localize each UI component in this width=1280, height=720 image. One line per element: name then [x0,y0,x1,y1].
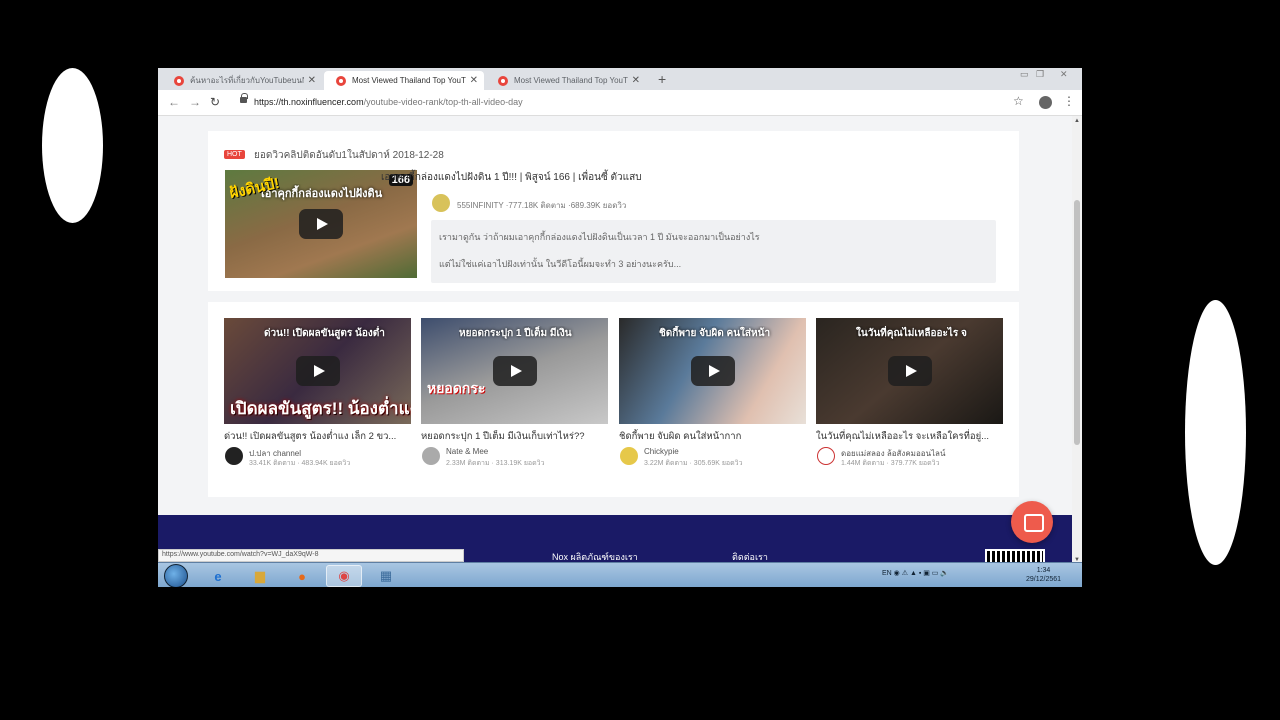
video-card[interactable]: ในวันที่คุณไม่เหลืออะไร จ ในวันที่คุณไม่… [816,318,1003,469]
nox-favicon-icon [336,75,346,86]
address-bar[interactable]: https://th.noxinfluencer.com/youtube-vid… [254,97,523,107]
channel-avatar[interactable] [225,447,243,465]
hot-video-description: เรามาดูกัน ว่าถ้าผมเอาคุกกี้กล่องแดงไปฝั… [431,220,996,283]
tab-noxinfluencer-search[interactable]: ค้นหาอะไรที่เกี่ยวกับYouTubeบนNo ✕ [162,71,322,90]
video-thumbnail[interactable]: ชิดกี้พาย จับผิด คนใส่หน้า [619,318,806,424]
video-thumbnail[interactable]: ในวันที่คุณไม่เหลืออะไร จ [816,318,1003,424]
scroll-up-icon[interactable]: ▲ [1074,118,1080,124]
start-button[interactable] [164,564,188,587]
video-channel[interactable]: ป.ปลา channel 33.41K ติดตาม · 483.94K ยอ… [224,447,411,469]
tab-title: ค้นหาอะไรที่เกี่ยวกับYouTubeบนNo [190,76,304,85]
back-icon[interactable]: ← [168,95,180,109]
screen: ค้นหาอะไรที่เกี่ยวกับYouTubeบนNo ✕ Most … [158,68,1082,587]
nox-favicon-icon [498,75,508,86]
clock-time: 1:34 [1036,567,1051,574]
thumbnail-caption: ชิดกี้พาย จับผิด คนใส่หน้า [659,328,771,339]
channel-stats: 33.41K ติดตาม · 483.94K ยอดวิว [249,460,351,467]
video-grid: ด่วน!! เปิดผลขันสูตร น้องต่ำ เปิดผลขันสู… [208,302,1019,497]
url-path: /youtube-video-rank/top-th-all-video-day [363,97,523,107]
video-card[interactable]: ชิดกี้พาย จับผิด คนใส่หน้า ชิดกี้พาย จับ… [619,318,806,469]
close-tab-icon[interactable]: ✕ [632,75,640,86]
channel-avatar[interactable] [432,194,450,212]
video-card[interactable]: หยอดกระปุก 1 ปีเต็ม มีเงิน หยอดกระ หยอดก… [421,318,608,469]
channel-stats: 2.33M ติดตาม · 313.19K ยอดวิว [446,460,545,467]
reload-icon[interactable]: ↻ [210,95,220,109]
hot-badge: HOT [224,150,245,159]
windows-taskbar: e ▆ ● ◉ ▦ EN ◉ ⚠ ▲ ▪ ▣ ▭ 🔈 1:34 29/12/25… [158,562,1082,587]
channel-name[interactable]: Chickypie [644,447,679,456]
system-tray[interactable]: EN ◉ ⚠ ▲ ▪ ▣ ▭ 🔈 [882,569,949,577]
profile-avatar[interactable] [1039,96,1052,109]
hot-channel-info[interactable]: 555INFINITY ·777.18K ติดตาม ·689.39K ยอด… [457,199,626,212]
bookmark-star-icon[interactable]: ☆ [1013,94,1024,108]
clock-date: 29/12/2561 [1026,576,1062,584]
thumbnail-caption: ในวันที่คุณไม่เหลืออะไร จ [856,328,967,339]
thumbnail-big-text: เปิดผลขันสูตร!! น้องต่ำแง [230,399,411,418]
tab-most-viewed-active[interactable]: Most Viewed Thailand Top YouT ✕ [324,71,484,90]
play-icon[interactable] [295,356,340,386]
video-title[interactable]: ในวันที่คุณไม่เหลืออะไร จะเหลือใครที่อยู… [816,429,1003,444]
calculator-icon[interactable]: ▦ [368,565,404,587]
video-thumbnail[interactable]: ด่วน!! เปิดผลขันสูตร น้องต่ำ เปิดผลขันสู… [224,318,411,424]
language-indicator[interactable]: EN [882,570,892,577]
firefox-icon[interactable]: ● [284,565,320,587]
channel-stats: 1.44M ติดตาม · 379.77K ยอดวิว [841,460,940,467]
forward-icon[interactable]: → [189,95,201,109]
menu-dots-icon[interactable]: ⋮ [1063,94,1075,108]
url-host: https://th.noxinfluencer.com [254,97,364,107]
decorative-oval-right [1185,300,1246,565]
thumbnail-caption: หยอดกระปุก 1 ปีเต็ม มีเงิน [459,328,572,339]
decorative-oval-left [42,68,103,223]
taskbar-clock[interactable]: 1:34 29/12/2561 [1026,566,1061,584]
new-tab-button[interactable]: + [658,71,666,87]
channel-avatar[interactable] [620,447,638,465]
chrome-icon[interactable]: ◉ [326,565,362,587]
page-content: HOT ยอดวิวคลิปติดอันดับ1ในสัปดาห์ 2018-1… [158,116,1072,565]
close-window-icon[interactable]: ✕ [1060,69,1068,80]
video-thumbnail[interactable]: หยอดกระปุก 1 ปีเต็ม มีเงิน หยอดกระ [421,318,608,424]
thumbnail-big-text: หยอดกระ [427,380,486,396]
thumbnail-caption: ด่วน!! เปิดผลขันสูตร น้องต่ำ [264,328,385,339]
internet-explorer-icon[interactable]: e [200,565,236,587]
video-channel[interactable]: ดอยแม่สลอง ล้อสังคมออนไลน์ 1.44M ติดตาม … [816,447,1003,469]
tab-title: Most Viewed Thailand Top YouT [352,76,466,85]
thumbnail-caption: เอาคุกกี้กล่องแดงไปฝังดิน [261,188,383,200]
close-tab-icon[interactable]: ✕ [308,75,316,86]
channel-avatar[interactable] [817,447,835,465]
nox-favicon-icon [174,75,184,86]
channel-stats: 3.22M ติดตาม · 305.69K ยอดวิว [644,460,743,467]
chat-button[interactable] [1011,501,1053,543]
video-title[interactable]: ด่วน!! เปิดผลขันสูตร น้องต่ำแง เล็ก 2 ขว… [224,429,411,444]
channel-avatar[interactable] [422,447,440,465]
hot-section-title: ยอดวิวคลิปติดอันดับ1ในสัปดาห์ 2018-12-28 [254,150,444,161]
lock-icon [240,93,248,103]
description-line: แต่ไม่ใช่แค่เอาไปฝังเท่านั้น ในวีดีโอนี้… [439,259,682,270]
video-channel[interactable]: Chickypie 3.22M ติดตาม · 305.69K ยอดวิว [619,447,806,469]
tab-most-viewed[interactable]: Most Viewed Thailand Top YouT ✕ [486,71,646,90]
browser-toolbar: ← → ↻ https://th.noxinfluencer.com/youtu… [158,90,1082,116]
status-bar-url: https://www.youtube.com/watch?v=WJ_daX9q… [158,549,464,562]
play-icon[interactable] [887,356,932,386]
description-line: เรามาดูกัน ว่าถ้าผมเอาคุกกี้กล่องแดงไปฝั… [439,232,760,242]
tab-title: Most Viewed Thailand Top YouT [514,76,628,85]
play-icon[interactable] [690,356,735,386]
video-card[interactable]: ด่วน!! เปิดผลขันสูตร น้องต่ำ เปิดผลขันสู… [224,318,411,469]
video-channel[interactable]: Nate & Mee 2.33M ติดตาม · 313.19K ยอดวิว [421,447,608,469]
video-title[interactable]: หยอดกระปุก 1 ปีเต็ม มีเงินเก็บเท่าไหร่?? [421,429,608,444]
play-icon[interactable] [492,356,537,386]
channel-name[interactable]: Nate & Mee [446,447,488,456]
video-title[interactable]: ชิดกี้พาย จับผิด คนใส่หน้ากาก [619,429,806,444]
tab-strip: ค้นหาอะไรที่เกี่ยวกับYouTubeบนNo ✕ Most … [158,68,1082,90]
scrollbar-thumb[interactable] [1074,200,1080,445]
play-icon[interactable] [299,209,343,239]
close-tab-icon[interactable]: ✕ [470,75,478,86]
hot-video-thumbnail[interactable]: เอาคุกกี้กล่องแดงไปฝังดิน ฝังดินปี! 166 [225,170,417,278]
page-scrollbar[interactable]: ▲ ▼ [1072,116,1082,565]
restore-icon[interactable]: ❐ [1036,69,1044,80]
minimize-icon[interactable]: ▭ [1020,69,1029,80]
file-explorer-icon[interactable]: ▆ [242,565,278,587]
hot-video-title[interactable]: เอาคุกกี้กล่องแดงไปฝังดิน 1 ปี!!! | พิสู… [381,170,642,185]
